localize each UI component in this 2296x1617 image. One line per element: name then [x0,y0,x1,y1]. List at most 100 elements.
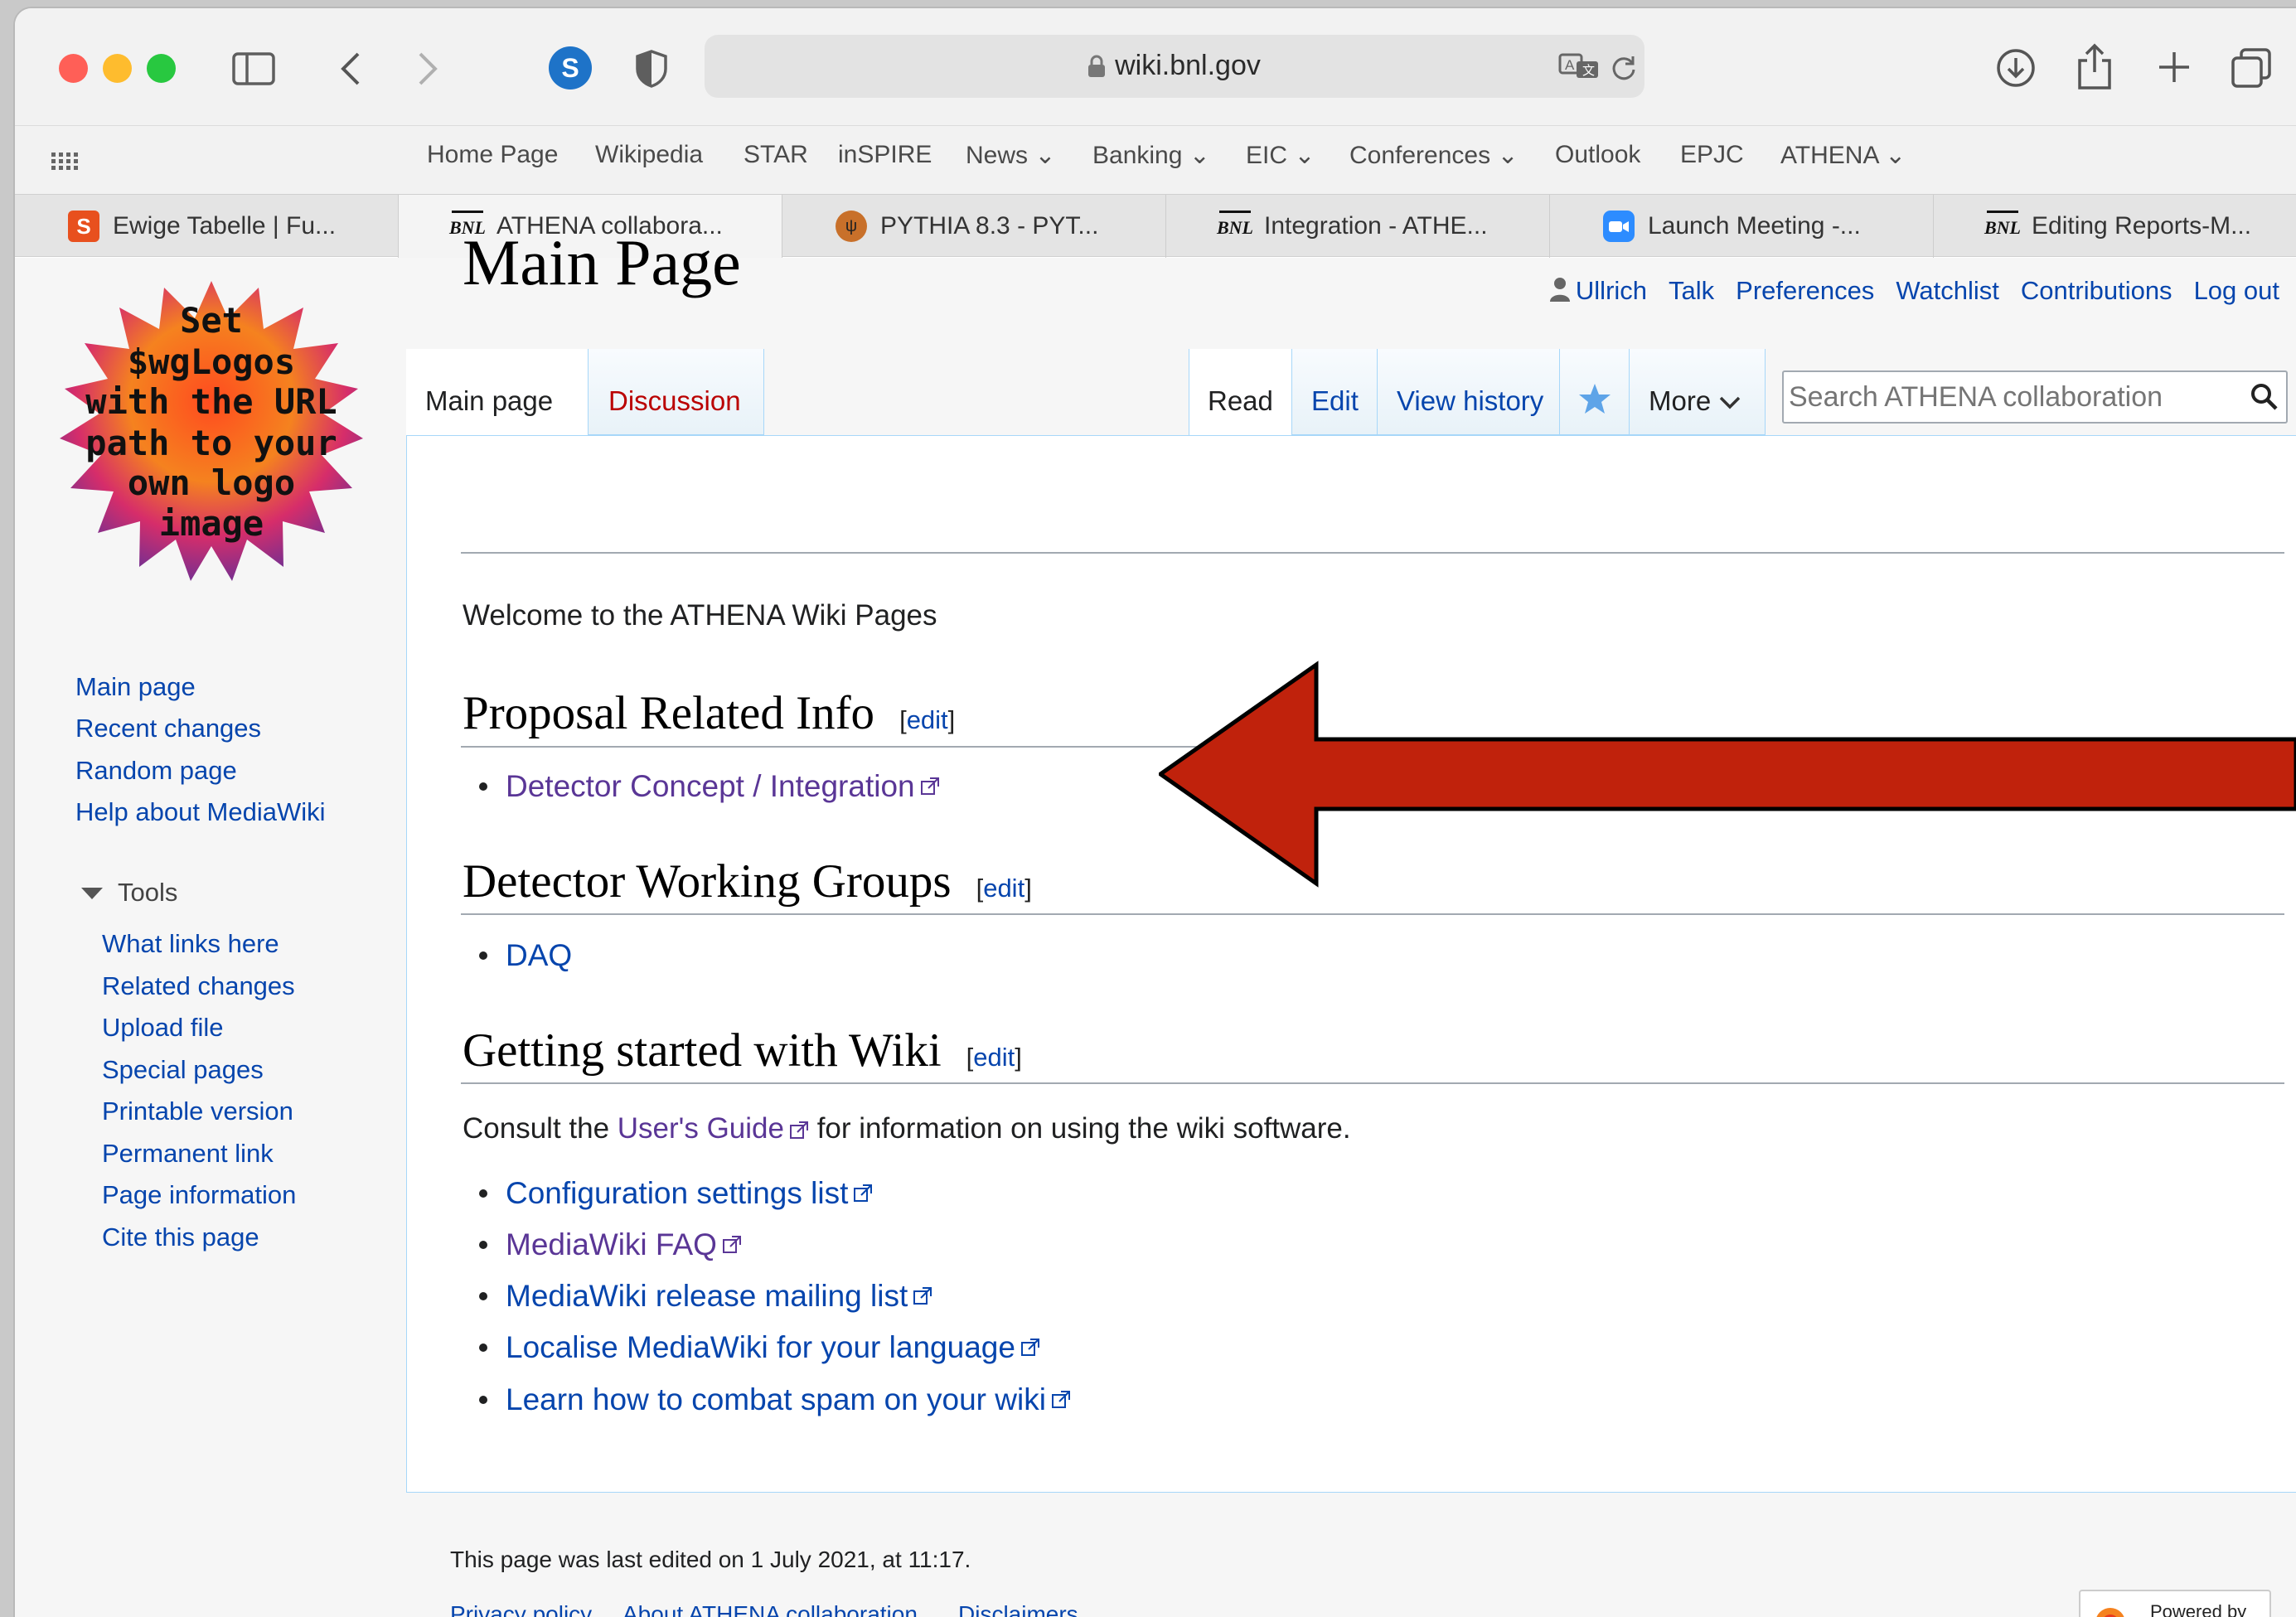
logo-text: Set [180,300,243,341]
tools-related-changes[interactable]: Related changes [102,971,295,1001]
favorite-outlook[interactable]: Outlook [1555,141,1640,169]
minimize-window-button[interactable] [103,54,132,83]
tools-heading[interactable]: Tools [81,878,177,908]
s-extension-icon[interactable]: S [549,46,592,90]
list-item: DAQ [479,938,572,973]
user-link[interactable]: Ullrich [1576,276,1647,306]
contributions-link[interactable]: Contributions [2021,276,2172,306]
downloads-icon[interactable] [1994,46,2037,90]
favorite-news[interactable]: News ⌄ [966,141,1056,170]
close-window-button[interactable] [59,54,88,83]
reload-icon[interactable] [1610,53,1638,81]
bullet [479,1241,487,1249]
preferences-link[interactable]: Preferences [1736,276,1874,306]
favorite-conferences[interactable]: Conferences ⌄ [1349,141,1519,170]
browser-tab[interactable]: BNL Editing Reports-M... [1934,195,2296,258]
favorite-banking[interactable]: Banking ⌄ [1092,141,1210,170]
localise-link[interactable]: Localise MediaWiki for your language [506,1330,1015,1365]
search-input[interactable] [1789,377,2236,417]
bnl-icon: BNL [1217,211,1253,242]
logout-link[interactable]: Log out [2194,276,2279,306]
edit-section-link[interactable]: edit [973,1043,1015,1072]
powered-by-label: Powered by [2150,1601,2247,1617]
config-settings-link[interactable]: Configuration settings list [506,1176,848,1211]
browser-tab[interactable]: S Ewige Tabelle | Fu... [15,195,399,258]
favorite-epjc[interactable]: EPJC [1680,141,1744,169]
favorite-wikipedia[interactable]: Wikipedia [595,141,703,169]
back-icon[interactable] [334,50,367,88]
tab-view-history-label: View history [1397,385,1544,416]
section-heading: Detector Working Groups [edit] [463,855,1032,908]
chevron-down-icon: ⌄ [1189,142,1210,169]
chevron-down-icon [1718,385,1741,417]
tab-main-page-label: Main page [425,385,554,416]
nav-random-page[interactable]: Random page [75,756,237,786]
tools-page-information[interactable]: Page information [102,1180,296,1210]
personal-tools: Ullrich Talk Preferences Watchlist Contr… [1549,276,2279,306]
nav-main-page[interactable]: Main page [75,672,196,702]
combat-spam-link[interactable]: Learn how to combat spam on your wiki [506,1382,1046,1417]
logo-text: image [159,503,264,544]
tools-what-links-here[interactable]: What links here [102,929,279,959]
more-menu-label: More [1649,349,1741,435]
shield-icon[interactable] [632,48,671,90]
pythia-icon: ψ [836,211,867,242]
tab-label: Ewige Tabelle | Fu... [113,212,337,240]
sidebar-icon[interactable] [232,51,275,86]
favorite-news-label: News [966,142,1029,169]
forward-icon[interactable] [411,50,444,88]
bullet [479,1343,487,1352]
talk-link[interactable]: Talk [1669,276,1714,306]
footer-disclaimers-link[interactable]: Disclaimers [958,1601,1078,1617]
favorite-star[interactable]: STAR [744,141,808,169]
consult-text: Consult the User's Guide for information… [463,1112,1351,1145]
detector-concept-link[interactable]: Detector Concept / Integration [506,769,915,804]
external-link-icon [1051,1391,1070,1408]
last-edited-text: This page was last edited on 1 July 2021… [450,1547,971,1572]
browser-tab[interactable]: BNL Integration - ATHE... [1166,195,1550,258]
footer-about-link[interactable]: About ATHENA collaboration [622,1601,918,1617]
daq-link[interactable]: DAQ [506,938,572,973]
section-rule [461,913,2284,915]
browser-tab[interactable]: ψ PYTHIA 8.3 - PYT... [782,195,1166,258]
favorite-eic[interactable]: EIC ⌄ [1246,141,1315,170]
tools-special-pages[interactable]: Special pages [102,1055,264,1085]
tools-upload-file[interactable]: Upload file [102,1013,223,1043]
release-mailing-list-link[interactable]: MediaWiki release mailing list [506,1279,908,1314]
edit-section-link[interactable]: edit [907,705,948,734]
nav-help[interactable]: Help about MediaWiki [75,797,326,827]
search-icon[interactable] [2250,382,2279,416]
share-icon[interactable] [2074,41,2115,91]
tools-printable-version[interactable]: Printable version [102,1097,293,1126]
mediawiki-faq-link[interactable]: MediaWiki FAQ [506,1227,717,1262]
tools-permanent-link[interactable]: Permanent link [102,1139,274,1169]
favorite-home-page[interactable]: Home Page [427,141,558,169]
footer-privacy-link[interactable]: Privacy policy [450,1601,592,1617]
external-link-icon [722,1236,741,1253]
list-item: Configuration settings list [479,1176,873,1211]
zoom-window-button[interactable] [147,54,176,83]
tab-overview-icon[interactable] [2230,46,2273,90]
nav-recent-changes[interactable]: Recent changes [75,714,261,743]
search-box[interactable] [1782,370,2288,424]
favorite-banking-label: Banking [1092,142,1183,169]
powered-by-badge[interactable]: Powered by [2079,1590,2271,1617]
watch-star-button[interactable] [1560,349,1630,435]
browser-tab[interactable]: Launch Meeting -... [1550,195,1934,258]
address-bar[interactable]: wiki.bnl.gov A文 [705,35,1644,98]
logo-text: own logo [128,462,295,503]
wiki-logo[interactable]: Set $wgLogos with the URL path to your o… [58,281,365,588]
grid-icon[interactable] [50,151,81,172]
users-guide-link[interactable]: User's Guide [618,1112,784,1145]
tools-cite-this-page[interactable]: Cite this page [102,1222,259,1252]
list-item: Learn how to combat spam on your wiki [479,1382,1071,1417]
favorite-athena[interactable]: ATHENA ⌄ [1780,141,1906,170]
edit-section-link[interactable]: edit [983,874,1024,903]
new-tab-icon[interactable] [2153,46,2195,88]
watchlist-link[interactable]: Watchlist [1896,276,1999,306]
tab-label: Integration - ATHE... [1264,212,1488,240]
translate-icon[interactable]: A文 [1558,53,1601,80]
favorite-inspire[interactable]: inSPIRE [838,141,932,169]
tab-label: PYTHIA 8.3 - PYT... [880,212,1099,240]
url-text: wiki.bnl.gov [1115,50,1261,81]
